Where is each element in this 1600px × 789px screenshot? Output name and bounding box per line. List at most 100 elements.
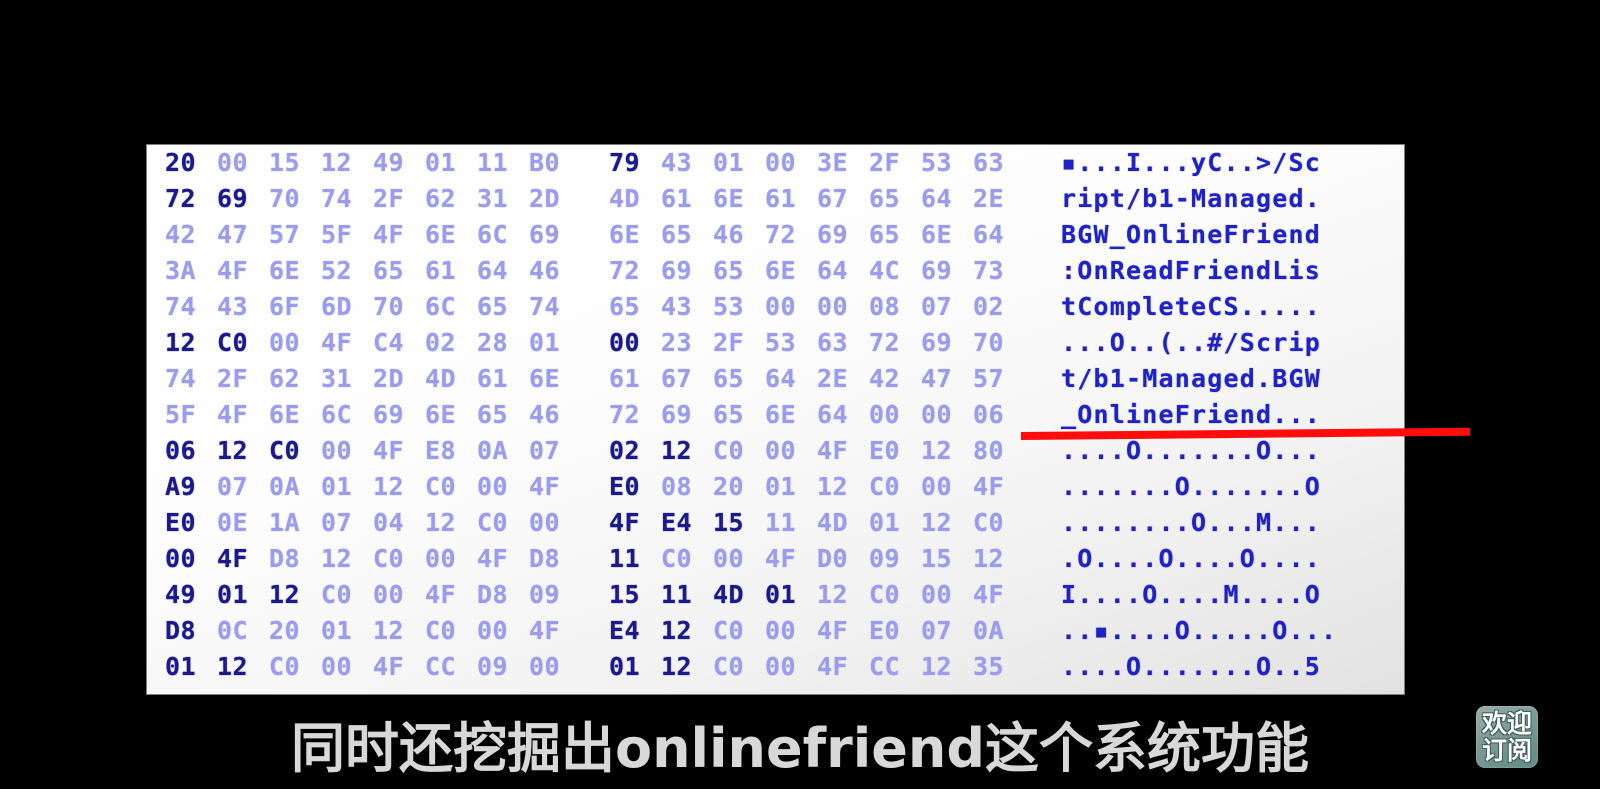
- hex-byte[interactable]: 67: [661, 364, 713, 393]
- hex-byte[interactable]: 12: [269, 580, 321, 609]
- hex-byte[interactable]: 6E: [765, 400, 817, 429]
- hex-byte[interactable]: 09: [869, 544, 921, 573]
- ascii-column[interactable]: BGW_OnlineFriend: [1061, 220, 1321, 249]
- hex-byte[interactable]: 53: [765, 328, 817, 357]
- hex-byte[interactable]: 65: [869, 184, 921, 213]
- hex-byte[interactable]: 00: [529, 652, 581, 681]
- hex-byte[interactable]: 12: [817, 580, 869, 609]
- hex-byte[interactable]: 4C: [869, 256, 921, 285]
- hex-byte[interactable]: C0: [425, 616, 477, 645]
- hex-byte[interactable]: E0: [869, 616, 921, 645]
- hex-byte[interactable]: 2D: [373, 364, 425, 393]
- hex-byte[interactable]: 12: [817, 472, 869, 501]
- hex-byte[interactable]: 00: [765, 292, 817, 321]
- hex-byte[interactable]: 00: [765, 436, 817, 465]
- hex-byte[interactable]: 07: [921, 292, 973, 321]
- ascii-column[interactable]: tCompleteCS.....: [1061, 292, 1321, 321]
- hex-byte[interactable]: 65: [609, 292, 661, 321]
- hex-byte[interactable]: 74: [529, 292, 581, 321]
- hex-byte[interactable]: 4F: [973, 472, 1025, 501]
- hex-byte[interactable]: 2E: [973, 184, 1025, 213]
- hex-byte[interactable]: 67: [817, 184, 869, 213]
- hex-byte[interactable]: 01: [529, 328, 581, 357]
- ascii-column[interactable]: ........O...M...: [1061, 508, 1321, 537]
- hex-byte[interactable]: 64: [817, 400, 869, 429]
- hex-byte[interactable]: 4F: [425, 580, 477, 609]
- hex-byte[interactable]: CC: [425, 652, 477, 681]
- hex-byte[interactable]: 0A: [477, 436, 529, 465]
- hex-byte[interactable]: 6C: [321, 400, 373, 429]
- hex-byte[interactable]: 01: [869, 508, 921, 537]
- hex-byte[interactable]: 01: [321, 616, 373, 645]
- ascii-column[interactable]: t/b1-Managed.BGW: [1061, 364, 1321, 393]
- hex-dump-row[interactable]: 3A 4F 6E 52 65 61 64 46 72 69 65 6E 64 4C 69 73:OnReadF…: [147, 256, 1404, 292]
- hex-dump-row[interactable]: E0 0E 1A 07 04 12 C0 00 4F E4 15 11 4D 01 12 C0........…: [147, 508, 1404, 544]
- hex-byte[interactable]: 00: [609, 328, 661, 357]
- hex-byte[interactable]: 00: [425, 544, 477, 573]
- hex-byte[interactable]: 00: [321, 436, 373, 465]
- hex-byte[interactable]: 02: [973, 292, 1025, 321]
- hex-byte[interactable]: 15: [921, 544, 973, 573]
- hex-byte[interactable]: D0: [817, 544, 869, 573]
- hex-byte[interactable]: C0: [373, 544, 425, 573]
- hex-byte[interactable]: E4: [661, 508, 713, 537]
- hex-byte[interactable]: 74: [165, 364, 217, 393]
- ascii-column[interactable]: ...O..(..#/Scrip: [1061, 328, 1321, 357]
- hex-byte[interactable]: 79: [609, 148, 661, 177]
- hex-byte[interactable]: 28: [477, 328, 529, 357]
- hex-byte[interactable]: 4F: [373, 652, 425, 681]
- hex-byte[interactable]: 20: [269, 616, 321, 645]
- hex-byte[interactable]: 07: [217, 472, 269, 501]
- hex-byte[interactable]: 4F: [817, 616, 869, 645]
- hex-byte[interactable]: C0: [973, 508, 1025, 537]
- hex-byte[interactable]: 69: [373, 400, 425, 429]
- hex-byte[interactable]: 42: [165, 220, 217, 249]
- hex-byte[interactable]: 70: [973, 328, 1025, 357]
- hex-byte[interactable]: 12: [921, 652, 973, 681]
- hex-byte[interactable]: 11: [609, 544, 661, 573]
- hex-byte[interactable]: C0: [869, 472, 921, 501]
- hex-byte[interactable]: 00: [921, 400, 973, 429]
- hex-byte[interactable]: 64: [765, 364, 817, 393]
- hex-byte[interactable]: 00: [713, 544, 765, 573]
- hex-byte[interactable]: 12: [661, 652, 713, 681]
- hex-byte[interactable]: C0: [713, 652, 765, 681]
- hex-byte[interactable]: 65: [373, 256, 425, 285]
- hex-byte[interactable]: 01: [765, 580, 817, 609]
- hex-byte[interactable]: 00: [321, 652, 373, 681]
- hex-byte[interactable]: 69: [921, 256, 973, 285]
- hex-byte[interactable]: 00: [269, 328, 321, 357]
- ascii-column[interactable]: ript/b1-Managed.: [1061, 184, 1321, 213]
- hex-byte[interactable]: 42: [869, 364, 921, 393]
- hex-byte[interactable]: 65: [661, 220, 713, 249]
- hex-byte[interactable]: 49: [165, 580, 217, 609]
- hex-byte[interactable]: 57: [973, 364, 1025, 393]
- hex-byte[interactable]: 09: [529, 580, 581, 609]
- hex-byte[interactable]: 4D: [817, 508, 869, 537]
- hex-byte[interactable]: 72: [165, 184, 217, 213]
- hex-byte[interactable]: 09: [477, 652, 529, 681]
- hex-byte[interactable]: 00: [765, 148, 817, 177]
- hex-byte[interactable]: 72: [609, 400, 661, 429]
- hex-byte[interactable]: E0: [165, 508, 217, 537]
- hex-byte[interactable]: 47: [921, 364, 973, 393]
- hex-byte[interactable]: 04: [373, 508, 425, 537]
- hex-byte[interactable]: 70: [269, 184, 321, 213]
- hex-byte[interactable]: 11: [765, 508, 817, 537]
- hex-byte[interactable]: C0: [269, 436, 321, 465]
- hex-byte[interactable]: 00: [765, 652, 817, 681]
- hex-byte[interactable]: 12: [321, 544, 373, 573]
- hex-byte[interactable]: 00: [477, 616, 529, 645]
- hex-byte[interactable]: 00: [921, 580, 973, 609]
- hex-byte[interactable]: C0: [477, 508, 529, 537]
- hex-byte[interactable]: 0C: [217, 616, 269, 645]
- hex-byte[interactable]: 61: [477, 364, 529, 393]
- hex-byte[interactable]: 12: [425, 508, 477, 537]
- hex-byte[interactable]: 07: [529, 436, 581, 465]
- hex-byte[interactable]: 43: [661, 148, 713, 177]
- hex-byte[interactable]: C0: [269, 652, 321, 681]
- hex-byte[interactable]: 65: [477, 292, 529, 321]
- ascii-column[interactable]: .......O.......O: [1061, 472, 1321, 501]
- ascii-column[interactable]: _OnlineFriend...: [1061, 400, 1321, 429]
- hex-byte[interactable]: 61: [765, 184, 817, 213]
